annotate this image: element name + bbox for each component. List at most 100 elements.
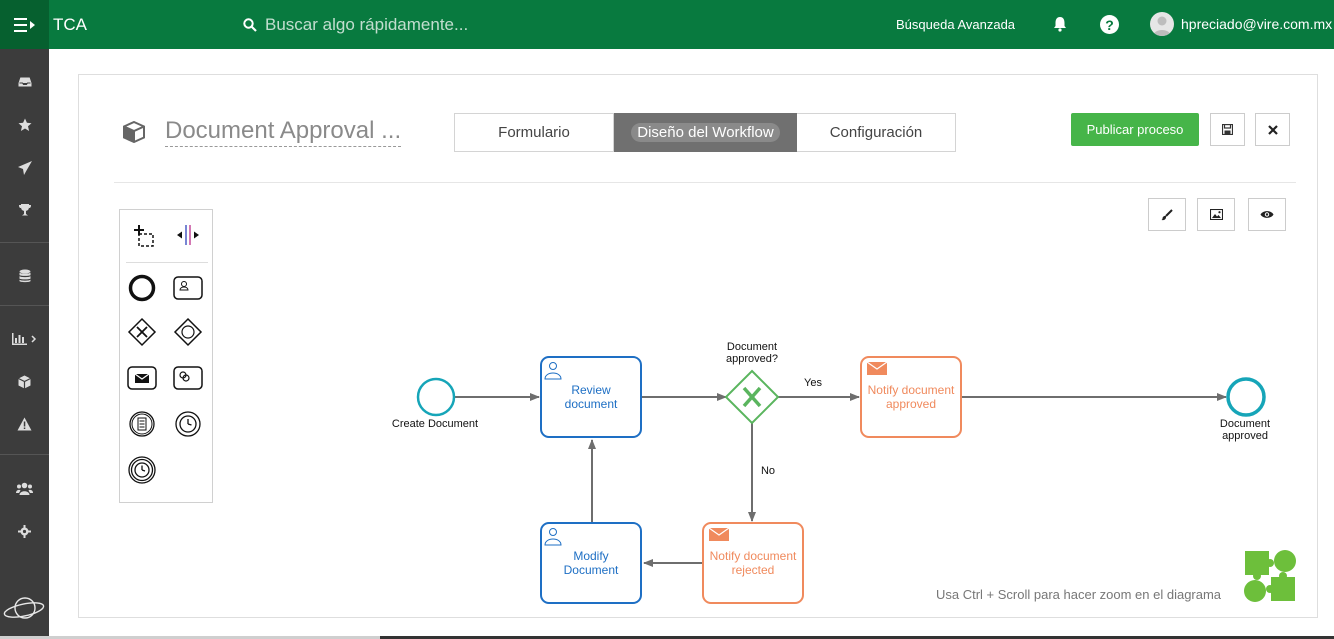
event-gateway-icon (173, 317, 203, 347)
bell-icon[interactable] (1052, 15, 1068, 33)
menu-toggle-button[interactable] (0, 0, 49, 49)
cube-icon (18, 375, 31, 389)
sidebar-item-users[interactable] (0, 473, 49, 503)
palette-user-task[interactable] (172, 272, 204, 304)
notify-rejected-task[interactable]: Notify document rejected (702, 522, 804, 604)
image-icon (1209, 209, 1223, 220)
review-document-task[interactable]: Review document (540, 356, 642, 438)
sidebar-item-inbox[interactable] (0, 67, 49, 97)
chart-icon (11, 333, 36, 345)
tab-label: Configuración (829, 124, 923, 141)
user-avatar-icon (1153, 16, 1171, 36)
mail-icon (708, 527, 730, 541)
sidebar-item-alerts[interactable] (0, 409, 49, 439)
user-task-icon (173, 276, 203, 300)
tab-diseno-workflow[interactable]: Diseño del Workflow (614, 113, 797, 152)
palette-space-tool[interactable] (172, 219, 204, 251)
lasso-tool-icon (134, 225, 154, 247)
palette-send-task[interactable] (126, 362, 158, 394)
color-brush-button[interactable] (1148, 198, 1186, 231)
send-icon (17, 161, 32, 175)
task-label-line2: rejected (732, 563, 775, 577)
palette-end-event[interactable] (126, 272, 158, 304)
palette-service-task[interactable] (172, 362, 204, 394)
palette-conditional-event[interactable] (126, 408, 158, 440)
designer-tabs: Formulario Diseño del Workflow Configura… (454, 113, 956, 152)
sidebar-divider (0, 454, 49, 455)
sidebar-divider (0, 305, 49, 306)
close-button[interactable] (1255, 113, 1290, 146)
task-label-line2: approved (886, 397, 936, 411)
palette-divider (126, 262, 208, 263)
mail-icon (866, 361, 888, 375)
sidebar-item-processes[interactable] (0, 367, 49, 397)
workflow-designer-panel (78, 74, 1318, 618)
save-button[interactable] (1210, 113, 1245, 146)
save-icon (1222, 124, 1233, 135)
puzzle-logo-icon (1244, 550, 1296, 602)
task-label-line1: Review (571, 383, 611, 397)
sidebar-item-database[interactable] (0, 261, 49, 291)
sidebar-item-reports[interactable] (0, 324, 49, 354)
exclusive-gateway-icon (127, 317, 157, 347)
tab-formulario[interactable]: Formulario (454, 113, 614, 152)
search-icon (243, 18, 257, 32)
inbox-icon (17, 76, 32, 88)
help-icon[interactable]: ? (1100, 15, 1119, 34)
gear-icon (18, 524, 31, 538)
sidebar-item-planet[interactable] (0, 588, 49, 628)
task-label-line1: Notify document (868, 383, 955, 397)
palette-lasso-tool[interactable] (128, 219, 160, 251)
intermediate-timer-icon (128, 456, 156, 484)
advanced-search-link[interactable]: Búsqueda Avanzada (896, 17, 1015, 32)
task-label-line2: document (565, 397, 618, 411)
end-event[interactable] (1226, 377, 1266, 417)
publish-process-button[interactable]: Publicar proceso (1071, 113, 1199, 146)
service-task-icon (173, 366, 203, 390)
timer-event-icon (175, 411, 201, 437)
header-divider (114, 182, 1296, 183)
end-event-icon (128, 274, 156, 302)
sidebar-item-favorites[interactable] (0, 110, 49, 140)
export-image-button[interactable] (1197, 198, 1235, 231)
process-cube-icon (123, 121, 145, 143)
conditional-event-icon (129, 411, 155, 437)
avatar[interactable] (1150, 12, 1174, 36)
sidebar (0, 49, 49, 639)
start-event[interactable] (416, 377, 456, 417)
tab-configuracion[interactable]: Configuración (797, 113, 956, 152)
search-bar (243, 12, 663, 38)
modify-document-task[interactable]: Modify Document (540, 522, 642, 604)
preview-button[interactable] (1248, 198, 1286, 231)
palette-intermediate-timer[interactable] (126, 454, 158, 486)
tab-label: Diseño del Workflow (631, 123, 780, 142)
palette-timer-event[interactable] (172, 408, 204, 440)
sidebar-item-send[interactable] (0, 153, 49, 183)
tab-label: Formulario (498, 124, 570, 141)
task-label-line1: Modify (573, 549, 608, 563)
process-title[interactable]: Document Approval ... (165, 117, 402, 147)
sidebar-divider (0, 242, 49, 243)
users-icon (16, 482, 33, 495)
hamburger-icon (13, 17, 35, 32)
warning-icon (17, 417, 32, 431)
brand-name[interactable]: TCA (53, 15, 87, 35)
notify-approved-task[interactable]: Notify document approved (860, 356, 962, 438)
zoom-hint: Usa Ctrl + Scroll para hacer zoom en el … (936, 587, 1222, 602)
user-email[interactable]: hpreciado@vire.com.mx (1181, 16, 1332, 32)
sidebar-item-settings[interactable] (0, 516, 49, 546)
task-label-line2: Document (564, 563, 619, 577)
eye-icon (1260, 211, 1274, 218)
star-icon (18, 118, 31, 131)
top-bar: TCA Búsqueda Avanzada ? hpreciado@vire.c… (0, 0, 1334, 49)
palette-event-gateway[interactable] (172, 316, 204, 348)
space-tool-icon (177, 225, 199, 245)
task-label-line1: Notify document (710, 549, 797, 563)
palette-exclusive-gateway[interactable] (126, 316, 158, 348)
sidebar-item-trophy[interactable] (0, 195, 49, 225)
trophy-icon (18, 204, 31, 216)
search-input[interactable] (265, 15, 645, 35)
database-icon (19, 269, 30, 283)
planet-icon (3, 597, 44, 619)
send-task-icon (127, 366, 157, 390)
